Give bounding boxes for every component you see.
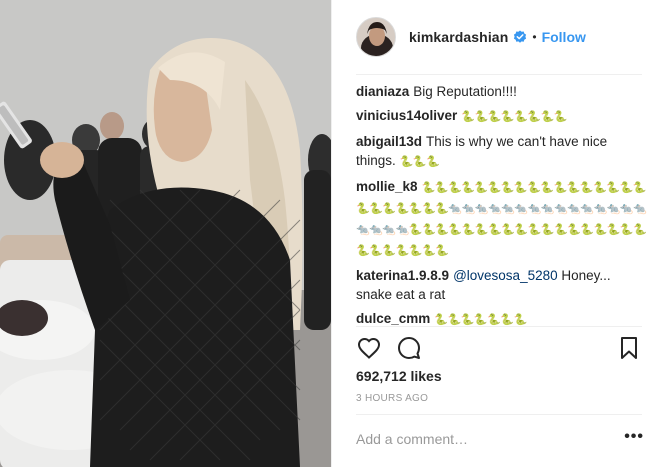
avatar[interactable] [356, 17, 396, 57]
comment-emoji-text: 🐍🐍🐍 [399, 156, 440, 168]
actions-divider [356, 326, 642, 327]
photo-illustration [0, 0, 331, 467]
comment-username[interactable]: vinicius14oliver [356, 108, 457, 123]
verified-badge-icon [513, 30, 527, 44]
comment-mention[interactable]: @lovesosa_5280 [453, 268, 558, 283]
post-username[interactable]: kimkardashian [409, 29, 508, 45]
comment-emoji-text: 🐍🐍🐍🐍🐍🐍🐍 [434, 314, 527, 326]
post-photo[interactable] [0, 0, 331, 467]
post-header: kimkardashian • Follow [356, 14, 642, 60]
heart-outline-icon[interactable] [356, 335, 382, 361]
more-options-icon[interactable]: ••• [624, 429, 644, 445]
comment-username[interactable]: mollie_k8 [356, 179, 418, 194]
speech-bubble-icon[interactable] [396, 335, 422, 361]
comment-item: vinicius14oliver 🐍🐍🐍🐍🐍🐍🐍🐍 [356, 106, 648, 127]
comments-list[interactable]: dianiaza Big Reputation!!!! vinicius14oli… [356, 82, 648, 326]
comment-username[interactable]: katerina1.9.8.9 [356, 268, 449, 283]
comment-text: Big Reputation!!!! [413, 84, 517, 99]
post-timestamp[interactable]: 3 HOURS AGO [356, 393, 428, 404]
comment-emoji-text: 🐍🐍🐍🐍🐍🐍🐍🐍 [461, 111, 567, 123]
separator-dot: • [532, 30, 537, 44]
comment-item: abigail13d This is why we can't have nice… [356, 132, 648, 172]
comment-username[interactable]: dianiaza [356, 84, 409, 99]
follow-button[interactable]: Follow [542, 29, 586, 45]
comment-item: dianiaza Big Reputation!!!! [356, 82, 648, 101]
comment-form-divider [356, 414, 642, 415]
post-side-panel: kimkardashian • Follow dianiaza Big Reput… [331, 0, 662, 467]
comment-username[interactable]: abigail13d [356, 134, 422, 149]
bookmark-icon[interactable] [616, 335, 642, 361]
comment-item: dulce_cmm 🐍🐍🐍🐍🐍🐍🐍 [356, 309, 648, 326]
comment-item: katerina1.9.8.9 @lovesosa_5280 Honey... s… [356, 266, 648, 304]
comment-username[interactable]: dulce_cmm [356, 311, 430, 326]
comment-item: mollie_k8 🐍🐍🐍🐍🐍🐍🐍🐍🐍🐍🐍🐍🐍🐍🐍🐍🐍🐍🐍🐍🐍🐍🐍🐍🐀🐀🐀🐀🐀🐀🐀… [356, 177, 648, 261]
add-comment-input[interactable] [356, 428, 606, 450]
header-divider [356, 74, 642, 75]
action-bar [356, 334, 642, 362]
likes-count[interactable]: 692,712 likes [356, 368, 442, 384]
